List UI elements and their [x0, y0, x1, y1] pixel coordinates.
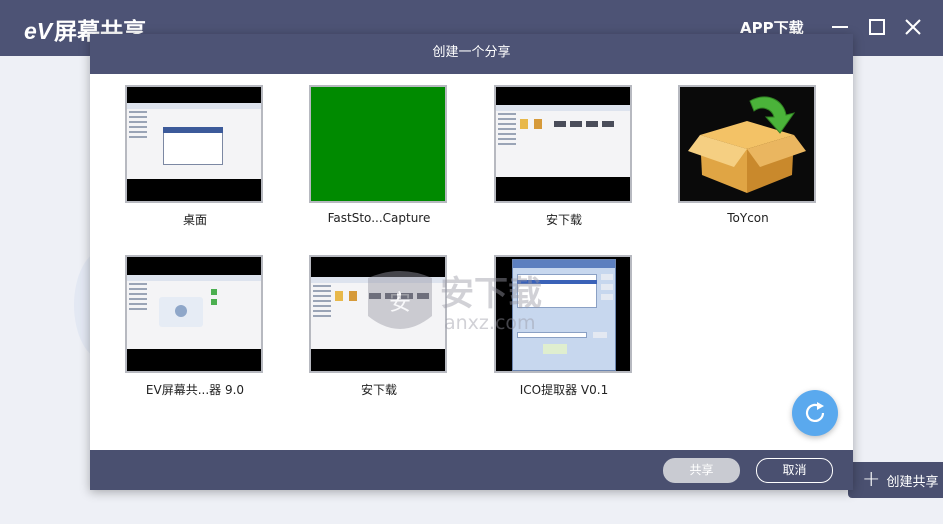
dialog-title: 创建一个分享: [90, 34, 853, 74]
source-tile-toycon[interactable]: ToYcon: [678, 85, 818, 225]
refresh-button[interactable]: [792, 390, 838, 436]
watermark: 安 安下载 anxz.com: [362, 264, 592, 344]
create-share-dialog: 创建一个分享 桌面 FastSto...Capture 安下载 ToYcon E…: [90, 34, 853, 490]
create-share-label: 创建共享: [886, 474, 939, 490]
ev-share-thumbnail: [125, 255, 263, 373]
faststone-thumbnail: [309, 85, 447, 203]
tile-label: 安下载: [360, 383, 397, 397]
box-icon: [688, 96, 806, 193]
share-button[interactable]: 共享: [663, 458, 740, 483]
source-tile-anxz-1[interactable]: 安下载: [494, 85, 634, 228]
logo-prefix: eV: [24, 18, 53, 44]
tile-label: ICO提取器 V0.1: [519, 383, 609, 397]
source-tile-desktop[interactable]: 桌面: [125, 85, 265, 228]
source-tile-faststone[interactable]: FastSto...Capture: [309, 85, 449, 225]
plus-icon: +: [862, 467, 881, 492]
dialog-footer: 共享 取消: [90, 450, 853, 490]
create-share-button[interactable]: + 创建共享: [848, 462, 943, 498]
source-tile-ev-share[interactable]: EV屏幕共...器 9.0: [125, 255, 265, 398]
tile-label: 桌面: [182, 213, 207, 227]
tile-label: ToYcon: [727, 211, 769, 225]
anxz-thumbnail: [494, 85, 632, 203]
tile-label: FastSto...Capture: [327, 211, 431, 225]
refresh-icon: [805, 402, 825, 422]
maximize-icon[interactable]: [866, 16, 888, 38]
svg-text:安: 安: [389, 291, 411, 316]
tile-label: 安下载: [545, 213, 582, 227]
source-grid: 桌面 FastSto...Capture 安下载 ToYcon EV屏幕共...…: [90, 74, 853, 450]
desktop-thumbnail: [125, 85, 263, 203]
close-icon[interactable]: [902, 16, 924, 38]
cancel-button[interactable]: 取消: [756, 458, 833, 483]
tile-label: EV屏幕共...器 9.0: [145, 383, 245, 397]
toycon-thumbnail: [678, 85, 816, 203]
watermark-text: 安下载: [440, 274, 542, 314]
watermark-subtext: anxz.com: [444, 312, 536, 334]
